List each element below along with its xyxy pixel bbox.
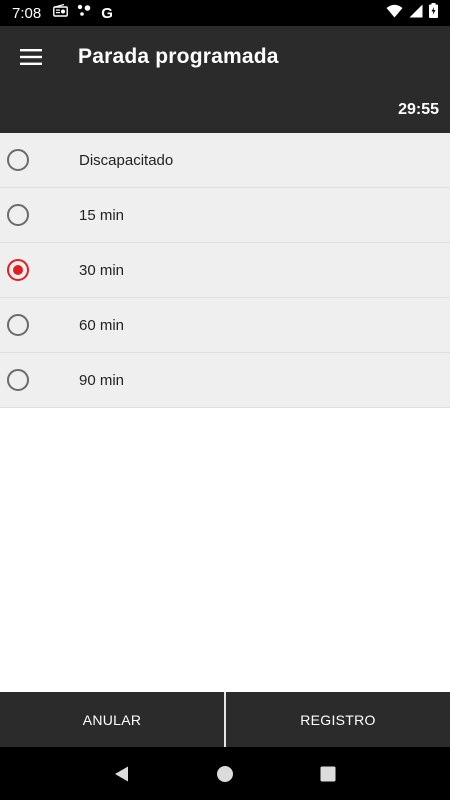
option-label: Discapacitado: [79, 151, 174, 169]
signal-icon: [409, 4, 423, 23]
radio-button[interactable]: [7, 204, 29, 226]
radio-button[interactable]: [7, 259, 29, 281]
radio-button[interactable]: [7, 149, 29, 171]
radio-button[interactable]: [7, 314, 29, 336]
option-label: 15 min: [79, 206, 125, 224]
register-button[interactable]: REGISTRO: [226, 692, 450, 747]
google-g-icon: G: [101, 4, 113, 22]
status-bar: 7:08 G: [0, 0, 450, 26]
action-bar: ANULAR REGISTRO: [0, 692, 450, 747]
cancel-button[interactable]: ANULAR: [0, 692, 224, 747]
hamburger-menu-icon[interactable]: [0, 26, 62, 88]
radio-button[interactable]: [7, 369, 29, 391]
home-icon[interactable]: [210, 759, 240, 789]
page-title: Parada programada: [78, 45, 279, 68]
option-row-60-min[interactable]: 60 min: [0, 298, 450, 353]
assistant-dots-icon: [77, 4, 92, 22]
status-system-icons: [386, 3, 438, 23]
wifi-icon: [386, 4, 403, 23]
option-row-90-min[interactable]: 90 min: [0, 353, 450, 408]
option-label: 60 min: [79, 316, 125, 334]
screen: 7:08 G Parada programada 29:55 Discapaci…: [0, 0, 450, 800]
option-label: 90 min: [79, 371, 125, 389]
radio-icon: [53, 3, 69, 22]
recents-icon[interactable]: [313, 759, 343, 789]
option-row-15-min[interactable]: 15 min: [0, 188, 450, 243]
back-icon[interactable]: [107, 759, 137, 789]
status-notification-icons: G: [53, 3, 113, 22]
timer-strip: 29:55: [0, 88, 450, 133]
option-row-30-min[interactable]: 30 min: [0, 243, 450, 298]
option-label: 30 min: [79, 261, 125, 279]
app-bar: Parada programada: [0, 26, 450, 88]
status-time: 7:08: [12, 4, 42, 22]
navigation-bar: [0, 747, 450, 800]
battery-icon: [429, 3, 438, 23]
countdown-timer: 29:55: [398, 101, 439, 118]
stop-duration-options: Discapacitado 15 min 30 min 60 min 90 mi…: [0, 133, 450, 408]
option-row-disabled[interactable]: Discapacitado: [0, 133, 450, 188]
